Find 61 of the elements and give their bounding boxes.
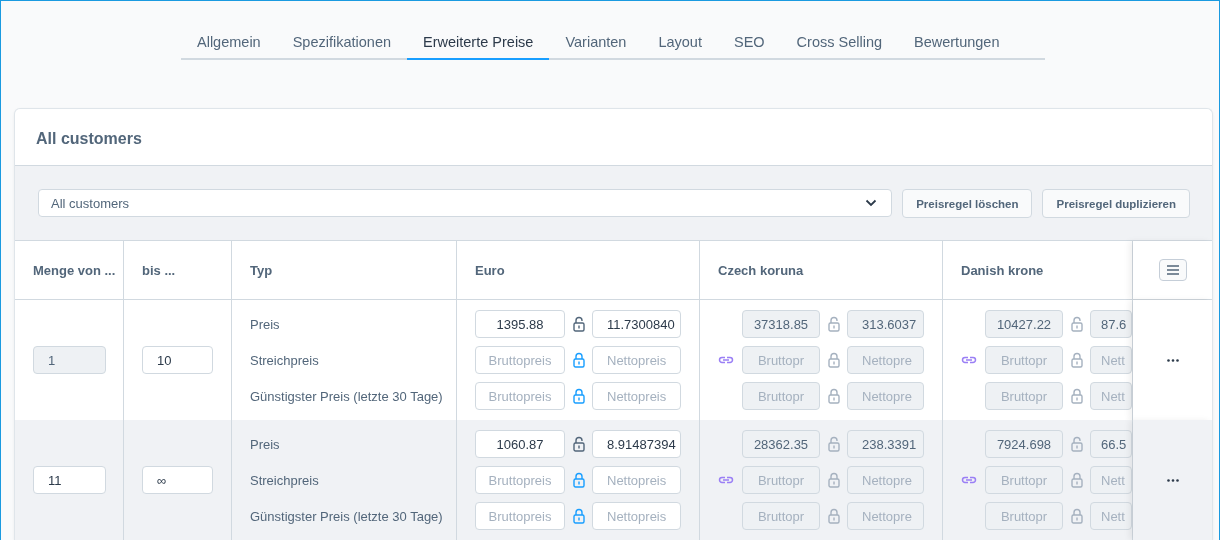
net-price-field[interactable]: Nettopreis (592, 346, 681, 374)
column-header: Typ (250, 262, 273, 278)
link-icon[interactable] (961, 356, 977, 364)
tab[interactable]: Layout (642, 34, 718, 60)
quantity-to-field[interactable]: ∞ (142, 466, 213, 494)
padlock-icon[interactable] (827, 388, 840, 404)
padlock-icon[interactable] (572, 508, 585, 524)
delete-rule-button[interactable]: Preisregel löschen (902, 189, 1033, 218)
more-icon (1166, 478, 1179, 482)
open-padlock-icon[interactable] (572, 316, 585, 332)
padlock-icon[interactable] (572, 352, 585, 368)
more-icon (1166, 358, 1179, 362)
net-price-field[interactable]: Nettopreis (592, 466, 681, 494)
quantity-to-field[interactable]: 10 (142, 346, 213, 374)
net-price-field[interactable]: 8.91487394 (592, 430, 681, 458)
price-type-label: Streichpreis (250, 471, 320, 490)
column-header: Menge von ... (33, 262, 116, 278)
column-header: bis ... (142, 262, 176, 278)
gross-price-field[interactable]: Bruttopreis (475, 346, 565, 374)
gross-price-field[interactable]: 1060.87 (475, 430, 565, 458)
quantity-from-field[interactable]: 11 (33, 466, 106, 494)
price-type-label: Günstigster Preis (letzte 30 Tage) (250, 507, 443, 526)
padlock-icon[interactable] (1070, 388, 1083, 404)
gross-price-field[interactable]: Bruttopreis (475, 466, 565, 494)
link-icon[interactable] (961, 476, 977, 484)
gross-price-field[interactable]: Bruttopreis (475, 502, 565, 530)
chevron-down-icon (865, 199, 878, 207)
price-type-label: Günstigster Preis (letzte 30 Tage) (250, 387, 443, 406)
rule-select[interactable]: All customers (38, 189, 893, 217)
tab[interactable]: Cross Selling (780, 34, 898, 60)
column-header: Euro (475, 262, 505, 278)
tab[interactable]: Erweiterte Preise (407, 34, 550, 60)
tab[interactable]: Spezifikationen (276, 34, 407, 60)
padlock-icon[interactable] (1070, 352, 1083, 368)
price-type-label: Streichpreis (250, 351, 320, 370)
padlock-icon[interactable] (827, 472, 840, 488)
net-price-field[interactable]: Nettopreis (592, 502, 681, 530)
padlock-icon[interactable] (1070, 472, 1083, 488)
tab[interactable]: SEO (717, 34, 781, 60)
price-type-label: Preis (250, 315, 281, 334)
tab[interactable]: Bewertungen (898, 34, 1016, 60)
menu-icon (1165, 265, 1180, 275)
net-price-field[interactable]: 11.7300840 (592, 310, 681, 338)
column-header: Danish krone (961, 262, 1044, 278)
net-price-field[interactable]: Nettopreis (592, 382, 681, 410)
tab[interactable]: Varianten (549, 34, 643, 60)
column-header: Czech koruna (718, 262, 804, 278)
padlock-icon[interactable] (827, 508, 840, 524)
padlock-icon[interactable] (572, 388, 585, 404)
padlock-icon[interactable] (572, 472, 585, 488)
gross-price-field[interactable]: 1395.88 (475, 310, 565, 338)
column-menu-button[interactable] (1158, 259, 1187, 281)
gross-price-field[interactable]: Bruttopreis (475, 382, 565, 410)
link-icon[interactable] (718, 476, 734, 484)
padlock-icon[interactable] (1070, 508, 1083, 524)
link-icon[interactable] (718, 356, 734, 364)
open-padlock-icon[interactable] (572, 436, 585, 452)
price-type-label: Preis (250, 435, 281, 454)
duplicate-rule-button[interactable]: Preisregel duplizieren (1042, 189, 1190, 218)
tab[interactable]: Allgemein (181, 34, 277, 60)
padlock-icon[interactable] (827, 352, 840, 368)
